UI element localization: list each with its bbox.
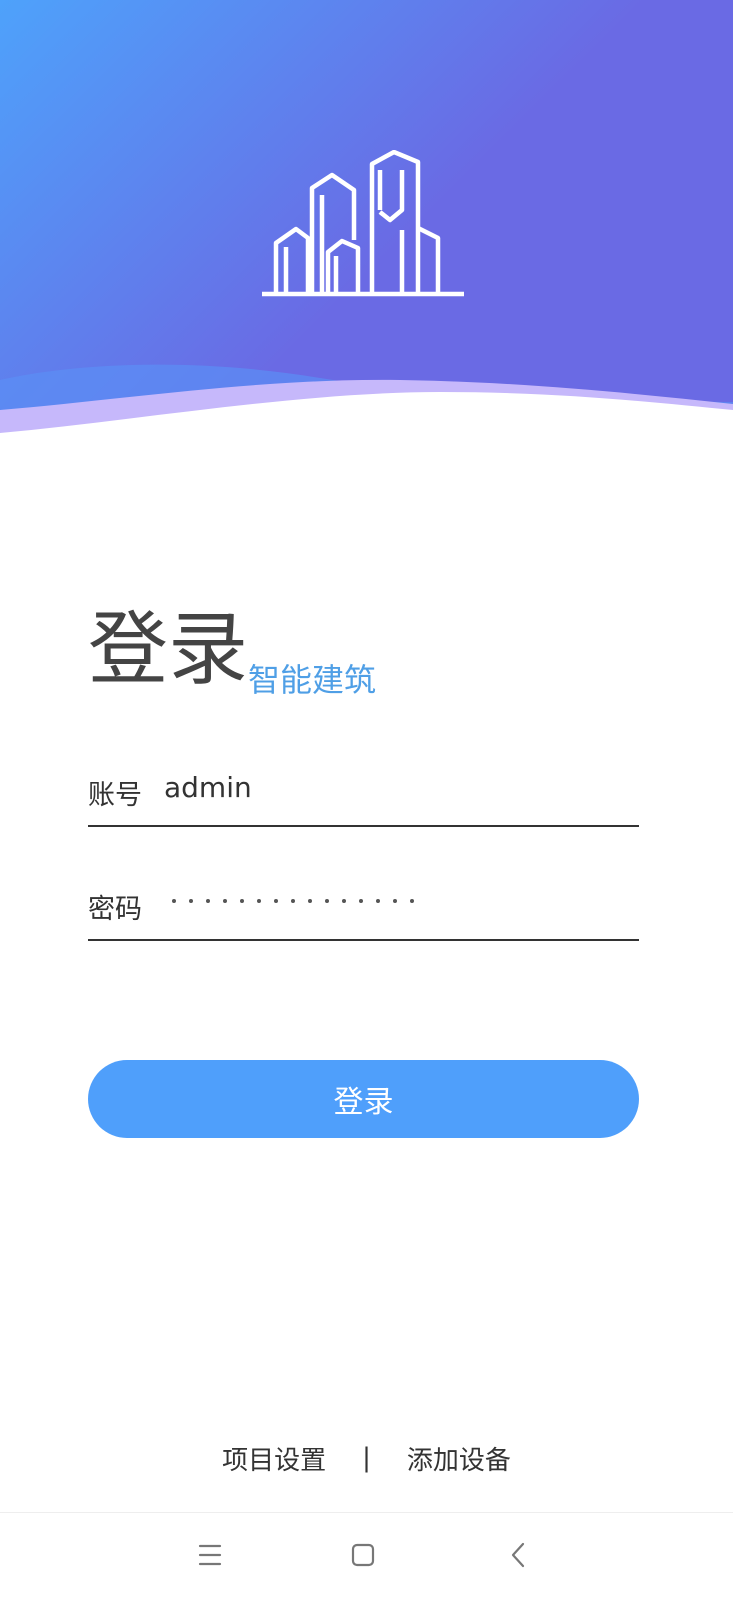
page-title: 登录 — [88, 603, 248, 696]
password-mask-dot — [223, 899, 227, 903]
header-banner — [0, 0, 733, 435]
menu-icon[interactable] — [188, 1533, 232, 1577]
password-mask-dot — [291, 899, 295, 903]
login-button[interactable]: 登录 — [88, 1060, 639, 1138]
password-mask-dot — [325, 899, 329, 903]
password-mask-dot — [240, 899, 244, 903]
password-mask-dot — [359, 899, 363, 903]
footer-separator: | — [362, 1443, 371, 1473]
system-nav-bar — [0, 1512, 733, 1601]
password-mask-dot — [189, 899, 193, 903]
password-mask-dot — [257, 899, 261, 903]
account-field[interactable]: 账号 admin — [88, 765, 639, 827]
password-mask-dot — [206, 899, 210, 903]
project-settings-link[interactable]: 项目设置 — [222, 1440, 326, 1477]
password-mask-dot — [308, 899, 312, 903]
password-input[interactable] — [172, 899, 414, 909]
app-subtitle: 智能建筑 — [248, 661, 377, 699]
password-label: 密码 — [88, 894, 142, 925]
password-mask-dot — [342, 899, 346, 903]
add-device-link[interactable]: 添加设备 — [407, 1440, 511, 1477]
account-label: 账号 — [88, 780, 142, 811]
password-mask-dot — [376, 899, 380, 903]
password-mask-dot — [410, 899, 414, 903]
account-input[interactable]: admin — [164, 771, 252, 804]
back-chevron-icon[interactable] — [497, 1533, 541, 1577]
footer-links: 项目设置 | 添加设备 — [0, 1438, 733, 1478]
home-square-icon[interactable] — [341, 1533, 385, 1577]
password-field[interactable]: 密码 — [88, 879, 639, 941]
password-mask-dot — [274, 899, 278, 903]
password-mask-dot — [393, 899, 397, 903]
buildings-icon — [262, 150, 464, 297]
password-mask-dot — [172, 899, 176, 903]
